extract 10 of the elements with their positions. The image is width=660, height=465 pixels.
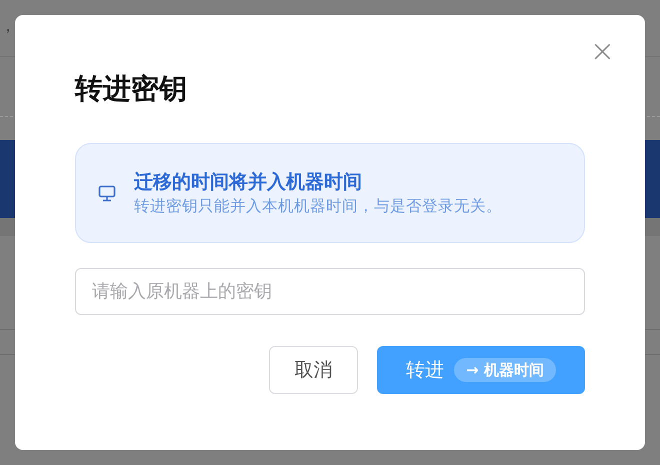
notice-title: 迁移的时间将并入机器时间 — [134, 170, 363, 195]
key-input-field[interactable]: 请输入原机器上的密钥 — [75, 268, 585, 315]
target-tag: → 机器时间 — [454, 358, 556, 382]
notice-text: 转进密钥只能并入本机机器时间，与是否登录无关。 — [134, 196, 502, 217]
monitor-icon — [98, 184, 116, 202]
transfer-button[interactable]: 转进 → 机器时间 — [377, 346, 585, 394]
background-text: ， — [0, 16, 16, 35]
close-button[interactable]: × — [586, 37, 619, 67]
cancel-button[interactable]: 取消 — [269, 346, 358, 394]
dialog-title: 转进密钥 — [75, 71, 188, 107]
